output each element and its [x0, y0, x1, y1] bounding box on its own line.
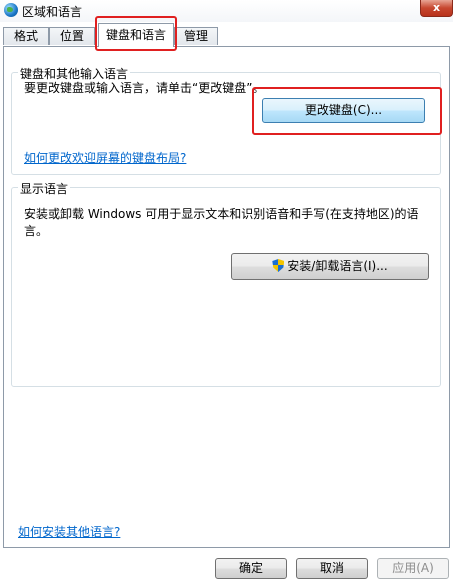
globe-icon	[4, 3, 18, 17]
change-keyboards-highlight-box	[252, 87, 442, 135]
install-uninstall-languages-button[interactable]: 安装/卸载语言(I)...	[231, 253, 429, 280]
display-language-description: 安装或卸载 Windows 可用于显示文本和识别语音和手写(在支持地区)的语言。	[24, 207, 419, 238]
install-other-languages-link[interactable]: 如何安装其他语言?	[18, 523, 120, 540]
tab-bar: 格式 位置 键盘和语言 管理	[0, 22, 453, 47]
window-title: 区域和语言	[22, 5, 83, 19]
display-language-group-title: 显示语言	[18, 180, 71, 197]
keyboard-group: 键盘和其他输入语言 要更改键盘或输入语言，请单击“更改键盘”。 更改键盘(C).…	[11, 65, 442, 175]
welcome-screen-keyboard-link[interactable]: 如何更改欢迎屏幕的键盘布局?	[24, 149, 186, 166]
tab-format[interactable]: 格式	[3, 27, 49, 45]
display-language-group: 显示语言 安装或卸载 Windows 可用于显示文本和识别语音和手写(在支持地区…	[11, 180, 441, 387]
apply-button[interactable]: 应用(A)	[377, 558, 449, 579]
tab-location[interactable]: 位置	[49, 27, 95, 45]
cancel-button[interactable]: 取消	[296, 558, 368, 579]
close-button[interactable]: x	[420, 0, 453, 17]
install-button-label: 安装/卸载语言(I)...	[287, 259, 388, 273]
tab-administrative[interactable]: 管理	[174, 27, 218, 45]
title-bar: 区域和语言	[0, 0, 453, 22]
uac-shield-icon	[272, 259, 285, 272]
tab-content-panel: 键盘和其他输入语言 要更改键盘或输入语言，请单击“更改键盘”。 更改键盘(C).…	[3, 46, 450, 548]
tab-highlight-box	[95, 16, 177, 51]
ok-button[interactable]: 确定	[215, 558, 287, 579]
